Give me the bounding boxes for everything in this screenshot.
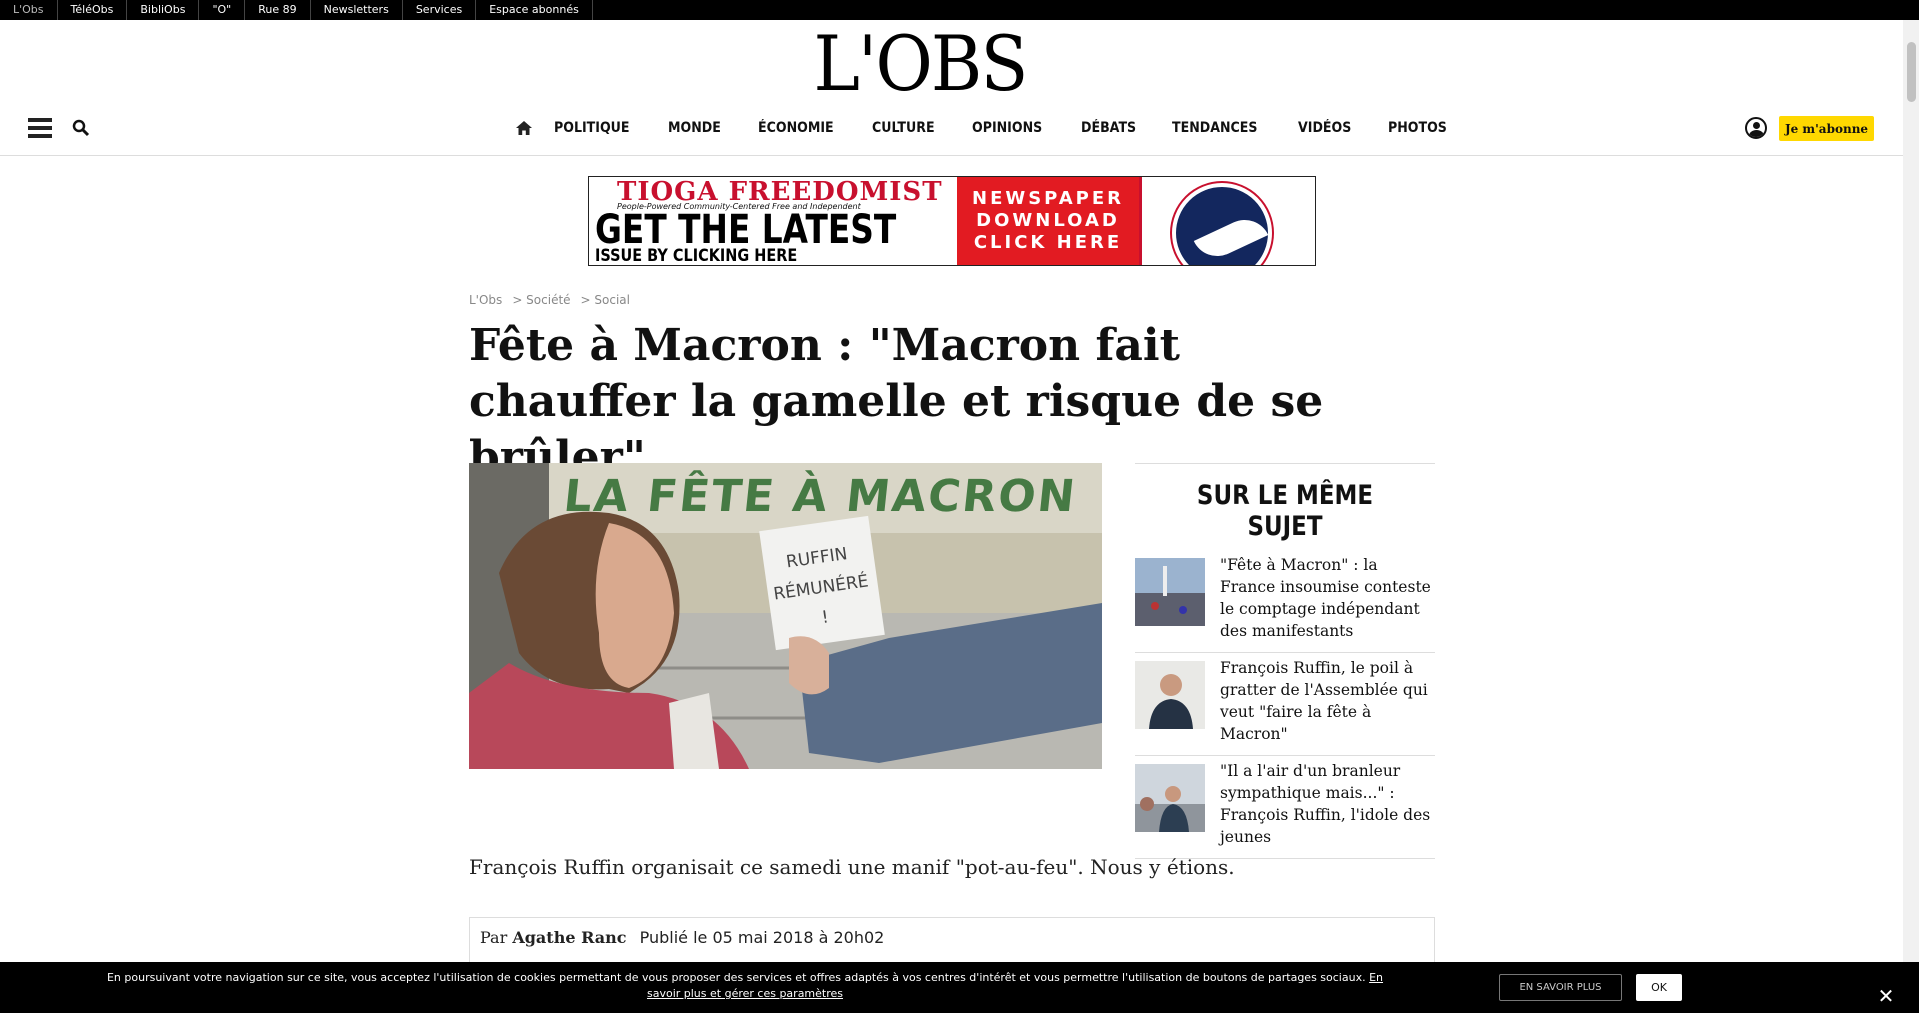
- topbar-link-espace-abonnes[interactable]: Espace abonnés: [476, 0, 593, 20]
- breadcrumb-item[interactable]: > Société: [512, 293, 570, 307]
- related-item[interactable]: François Ruffin, le poil à gratter de l'…: [1135, 659, 1435, 756]
- subscribe-button[interactable]: Je m'abonne: [1779, 116, 1874, 141]
- cookie-learn-more-button[interactable]: EN SAVOIR PLUS: [1499, 974, 1622, 1001]
- nav-tendances[interactable]: TENDANCES: [1172, 108, 1257, 148]
- topbar-link-lobs[interactable]: L'Obs: [0, 0, 58, 20]
- menu-icon[interactable]: [28, 118, 52, 138]
- nav-culture[interactable]: CULTURE: [872, 108, 935, 148]
- related-item[interactable]: "Il a l'air d'un branleur sympathique ma…: [1135, 762, 1435, 859]
- breadcrumb-item[interactable]: L'Obs: [469, 293, 502, 307]
- nav-monde[interactable]: MONDE: [668, 108, 721, 148]
- article-hero-image: LA FÊTE À MACRON RUFFIN RÉMUNÉRÉ !: [469, 463, 1102, 769]
- byline-author[interactable]: Agathe Ranc: [512, 928, 626, 947]
- nav-politique[interactable]: POLITIQUE: [554, 108, 630, 148]
- scrollbar-thumb[interactable]: [1907, 42, 1916, 102]
- ad-headline: GET THE LATEST: [595, 207, 897, 253]
- related-thumbnail[interactable]: [1135, 558, 1205, 626]
- search-icon[interactable]: [72, 119, 90, 137]
- related-item[interactable]: "Fête à Macron" : la France insoumise co…: [1135, 556, 1435, 653]
- user-account-icon[interactable]: [1745, 117, 1767, 139]
- ad-subline: ISSUE BY CLICKING HERE: [595, 246, 798, 266]
- article-byline: Par Agathe Ranc Publié le 05 mai 2018 à …: [469, 917, 1435, 967]
- hero-sign-text: RUFFIN RÉMUNÉRÉ !: [772, 544, 870, 629]
- cookie-text: En poursuivant votre navigation sur ce s…: [106, 971, 1366, 984]
- breadcrumb-item[interactable]: > Social: [581, 293, 630, 307]
- banner-ad[interactable]: TIOGA FREEDOMIST People-Powered Communit…: [588, 176, 1316, 266]
- top-network-bar: L'Obs TéléObs BibliObs "O" Rue 89 Newsle…: [0, 0, 1919, 20]
- topbar-link-rue89[interactable]: Rue 89: [245, 0, 311, 20]
- related-title[interactable]: "Fête à Macron" : la France insoumise co…: [1220, 554, 1435, 642]
- nav-videos[interactable]: VIDÉOS: [1298, 108, 1351, 148]
- ad-cta-panel[interactable]: NEWSPAPER DOWNLOAD CLICK HERE: [957, 177, 1139, 265]
- nav-debats[interactable]: DÉBATS: [1081, 108, 1136, 148]
- related-articles: SUR LE MÊME SUJET "Fête à Macron" : la F…: [1135, 463, 1435, 867]
- related-title[interactable]: "Il a l'air d'un branleur sympathique ma…: [1220, 760, 1435, 848]
- site-logo[interactable]: L'OBS: [810, 26, 1031, 102]
- hero-banner-text: LA FÊTE À MACRON: [561, 471, 1080, 522]
- ad-logo-panel: [1139, 177, 1315, 265]
- article-lead: François Ruffin organisait ce samedi une…: [469, 855, 1235, 879]
- topbar-link-services[interactable]: Services: [403, 0, 477, 20]
- nav-opinions[interactable]: OPINIONS: [972, 108, 1042, 148]
- topbar-link-teleobs[interactable]: TéléObs: [58, 0, 128, 20]
- nav-photos[interactable]: PHOTOS: [1388, 108, 1447, 148]
- related-thumbnail[interactable]: [1135, 661, 1205, 729]
- byline-date: Publié le 05 mai 2018 à 20h02: [639, 928, 885, 947]
- byline-prefix: Par: [480, 928, 508, 947]
- ad-cta-line: NEWSPAPER: [972, 188, 1124, 209]
- cookie-ok-button[interactable]: OK: [1636, 974, 1682, 1001]
- nav-links: POLITIQUE MONDE ÉCONOMIE CULTURE OPINION…: [508, 108, 1484, 148]
- home-icon[interactable]: [508, 108, 540, 148]
- ad-seal-logo: [1172, 183, 1272, 265]
- breadcrumb: L'Obs > Société > Social: [469, 293, 640, 307]
- close-icon[interactable]: ✕: [1876, 986, 1896, 1006]
- main-nav: POLITIQUE MONDE ÉCONOMIE CULTURE OPINION…: [0, 108, 1903, 156]
- cookie-banner: En poursuivant votre navigation sur ce s…: [0, 962, 1919, 1013]
- related-title[interactable]: François Ruffin, le poil à gratter de l'…: [1220, 657, 1435, 745]
- article-title: Fête à Macron : "Macron fait chauffer la…: [469, 320, 1324, 483]
- ad-cta-line: DOWNLOAD: [976, 210, 1120, 231]
- ad-brand: TIOGA FREEDOMIST: [617, 177, 943, 207]
- related-heading: SUR LE MÊME SUJET: [1196, 480, 1374, 542]
- nav-economie[interactable]: ÉCONOMIE: [758, 108, 834, 148]
- page-scrollbar[interactable]: [1903, 20, 1919, 1013]
- topbar-link-o[interactable]: "O": [199, 0, 246, 20]
- ad-left-panel: TIOGA FREEDOMIST People-Powered Communit…: [589, 177, 957, 265]
- ad-cta-line: CLICK HERE: [973, 232, 1123, 253]
- cookie-message: En poursuivant votre navigation sur ce s…: [100, 970, 1390, 1002]
- related-thumbnail[interactable]: [1135, 764, 1205, 832]
- topbar-link-bibliobs[interactable]: BibliObs: [127, 0, 200, 20]
- topbar-link-newsletters[interactable]: Newsletters: [311, 0, 403, 20]
